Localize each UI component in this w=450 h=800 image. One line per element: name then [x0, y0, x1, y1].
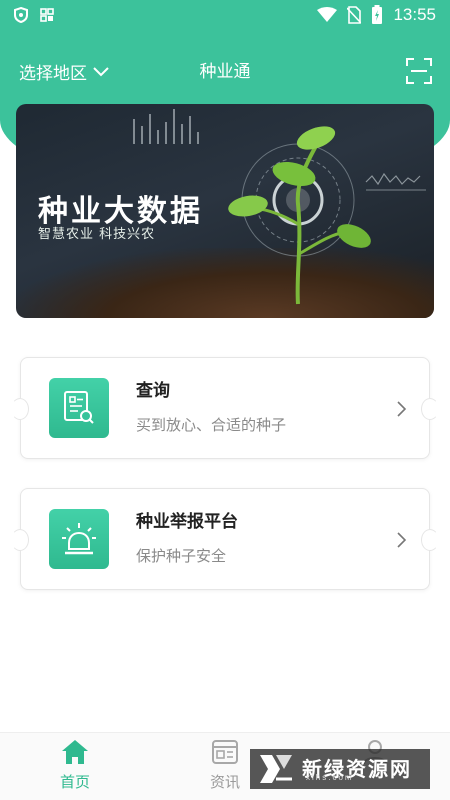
chevron-right-icon — [397, 532, 407, 548]
banner-carousel[interactable]: 种业大数据 智慧农业 科技兴农 — [16, 104, 434, 318]
status-time: 13:55 — [393, 5, 436, 24]
home-icon — [62, 740, 88, 764]
page-title: 种业通 — [199, 62, 251, 82]
card-notch-right — [421, 529, 439, 551]
wifi-icon — [317, 7, 338, 22]
document-search-icon — [64, 391, 94, 424]
watermark-url: xlhs.com — [306, 773, 354, 782]
card-notch-left — [11, 529, 29, 551]
shield-icon — [14, 7, 28, 23]
banner-subtitle: 智慧农业 科技兴农 — [38, 227, 156, 242]
query-card-title: 查询 — [136, 381, 170, 401]
query-card[interactable]: 查询 买到放心、合适的种子 — [11, 357, 439, 459]
report-card-icon-bg — [49, 509, 109, 569]
report-card-title: 种业举报平台 — [136, 512, 238, 532]
battery-icon — [372, 5, 383, 24]
query-card-icon-bg — [49, 378, 109, 438]
nav-home[interactable]: 首页 — [35, 739, 115, 797]
nav-news-label: 资讯 — [209, 773, 240, 791]
query-card-subtitle: 买到放心、合适的种子 — [136, 416, 287, 434]
scan-icon[interactable] — [406, 58, 432, 84]
card-notch-right — [421, 398, 439, 420]
news-icon — [212, 740, 238, 764]
app-header: 选择地区 种业通 — [0, 30, 450, 110]
apps-icon — [40, 8, 54, 22]
nav-home-label: 首页 — [59, 773, 90, 791]
card-notch-left — [11, 398, 29, 420]
report-card-subtitle: 保护种子安全 — [136, 547, 227, 565]
chevron-right-icon — [397, 401, 407, 417]
status-bar: 13:55 — [0, 0, 450, 30]
no-sim-icon — [347, 6, 362, 24]
watermark: 新绿资源网 xlhs.com — [250, 749, 430, 789]
alarm-light-icon — [62, 523, 96, 555]
report-platform-card[interactable]: 种业举报平台 保护种子安全 — [11, 488, 439, 590]
watermark-logo-icon — [260, 755, 292, 783]
